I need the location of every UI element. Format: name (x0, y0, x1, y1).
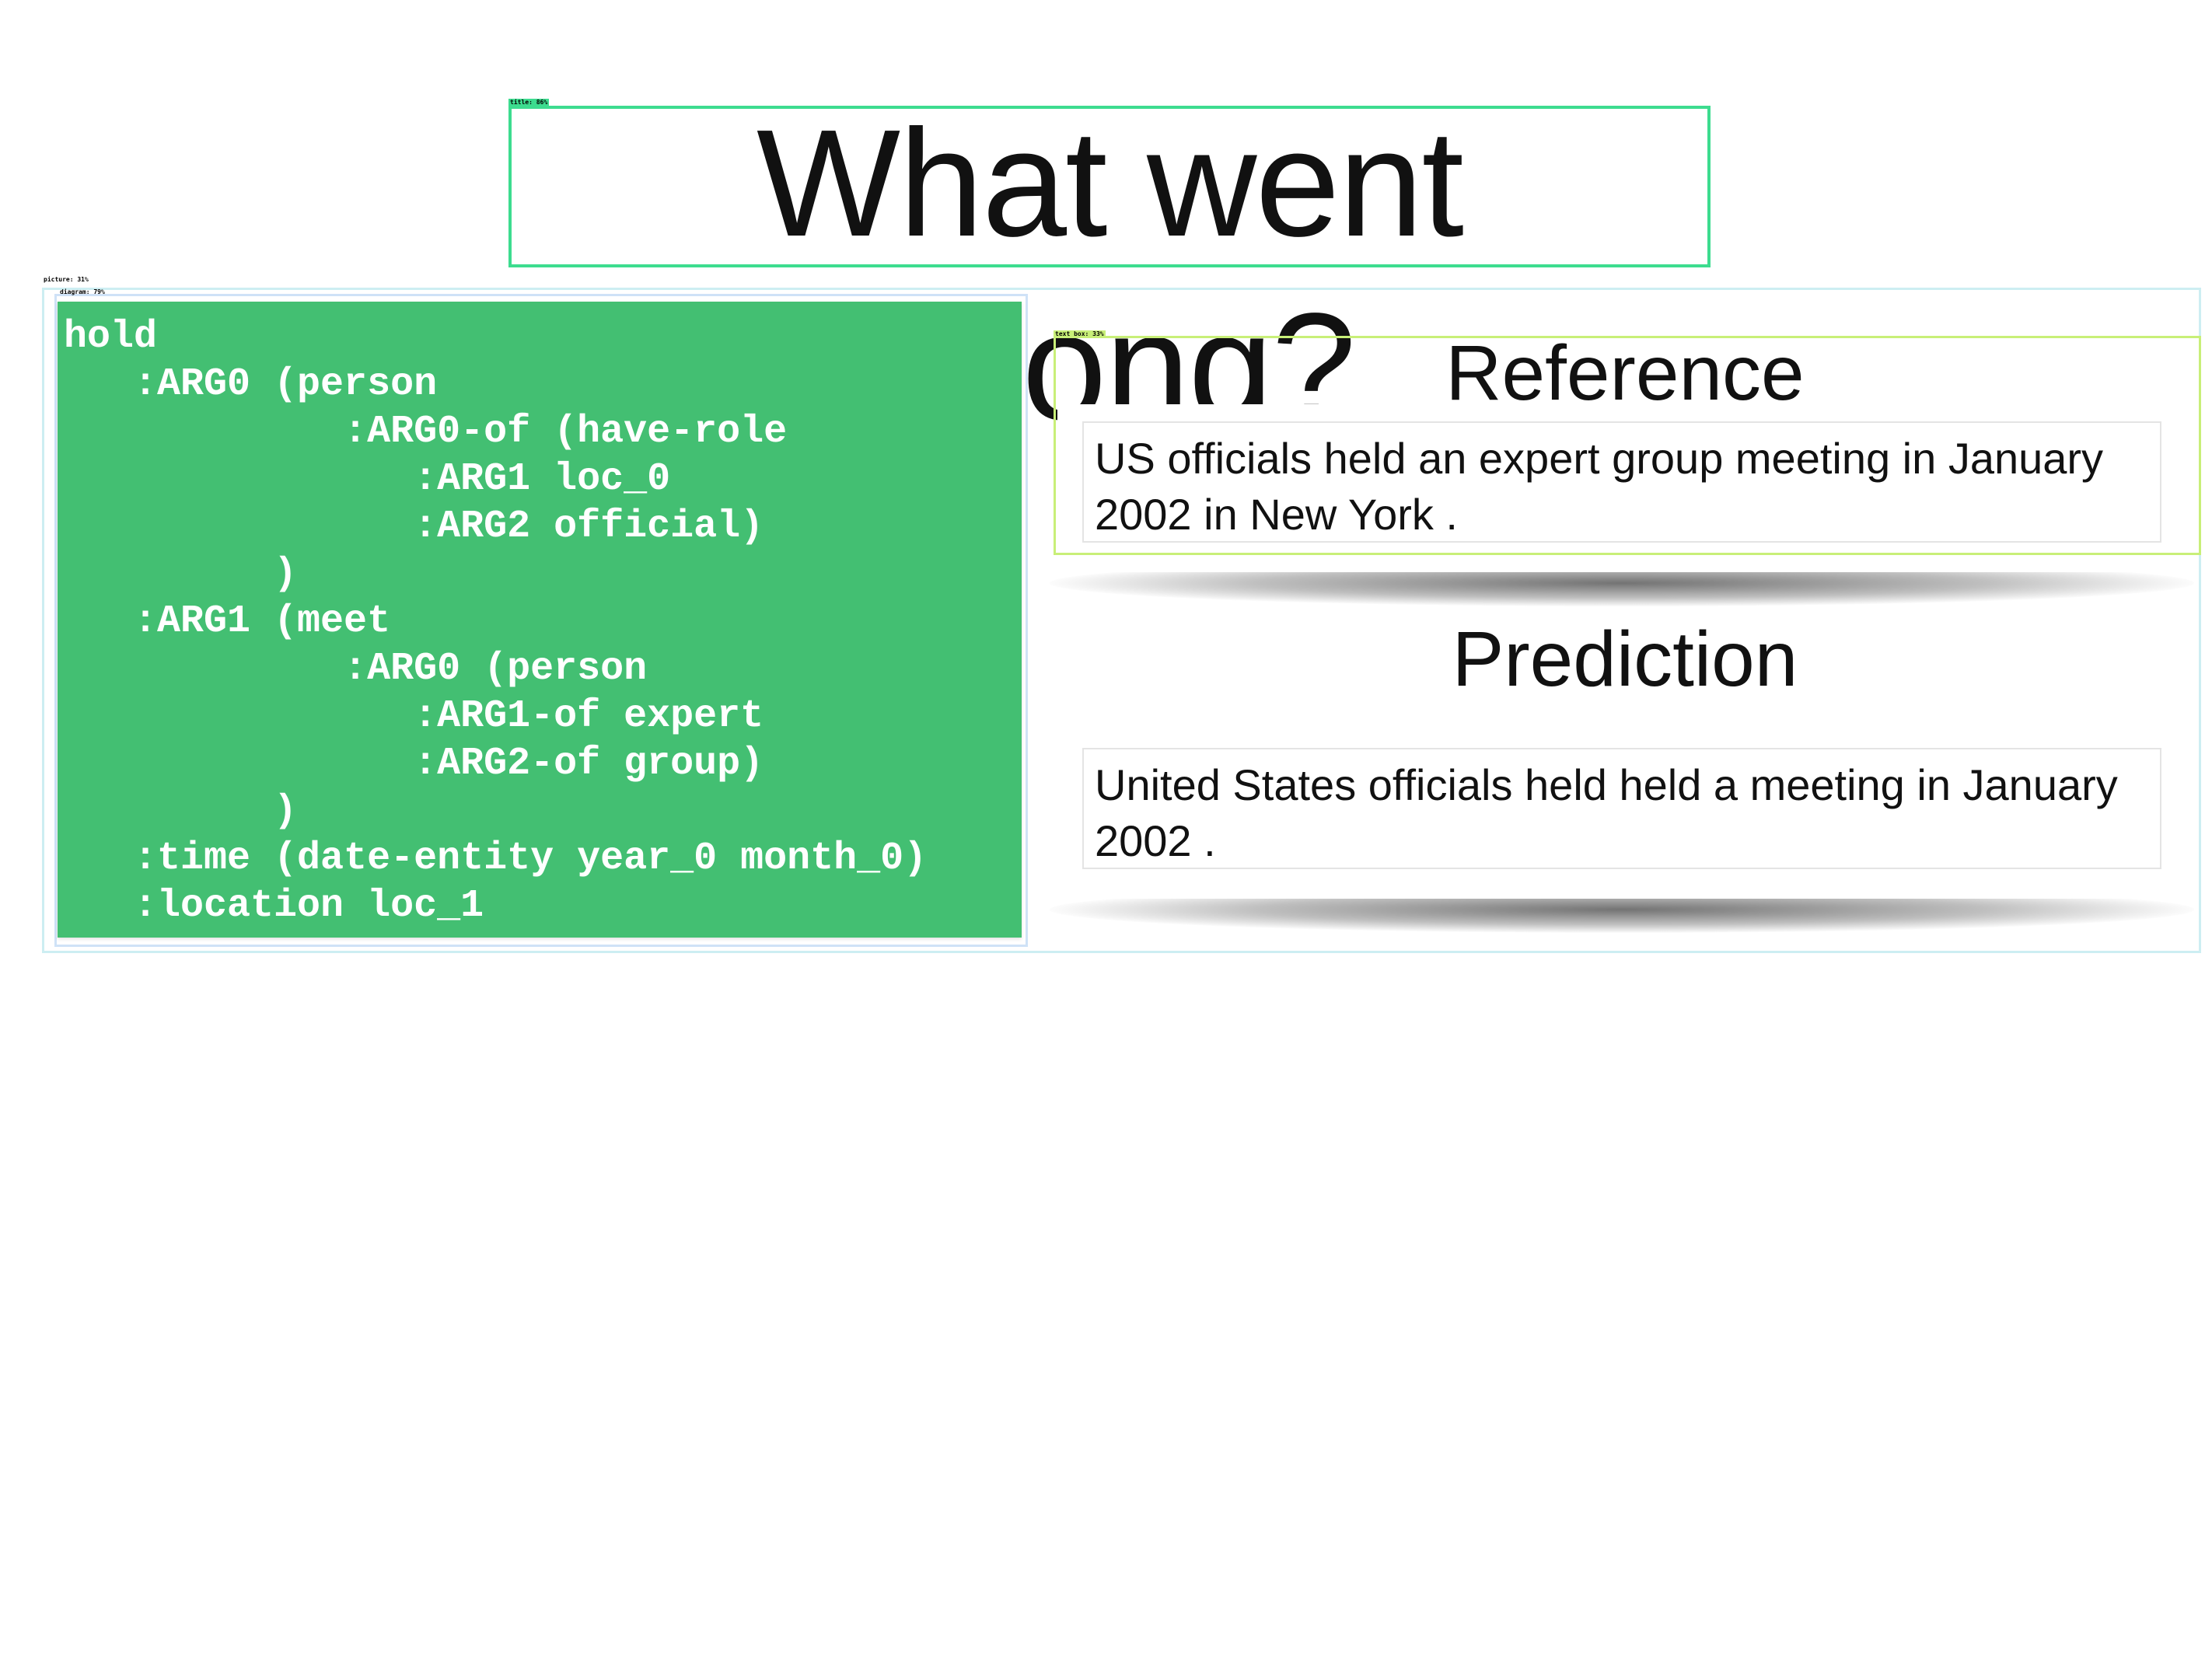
prediction-card: United States officials held held a meet… (1057, 725, 2186, 899)
amr-line: :ARG2 official) (64, 505, 764, 549)
picture-detection-label: picture: 31% (44, 276, 89, 283)
title-detection-label: title: 86% (508, 99, 550, 107)
amr-line: hold (64, 315, 158, 359)
amr-line: :ARG0-of (have-role (64, 410, 788, 454)
amr-line: ) (64, 552, 298, 596)
prediction-heading: Prediction (1452, 616, 1798, 703)
amr-line: :ARG0 (person (64, 647, 648, 691)
title-detection-box: title: 86% (508, 99, 1711, 267)
amr-line: :time (date-entity year_0 month_0) (64, 836, 928, 881)
amr-line: :ARG0 (person (64, 362, 438, 407)
amr-line: :ARG2-of group) (64, 742, 764, 786)
prediction-sentence: United States officials held held a meet… (1095, 760, 2118, 865)
amr-graph-panel: hold :ARG0 (person :ARG0-of (have-role :… (58, 302, 1022, 938)
amr-line: :ARG1 loc_0 (64, 457, 671, 501)
diagram-detection-label: diagram: 79% (60, 288, 105, 295)
amr-line: ) (64, 789, 298, 833)
amr-line: :location loc_1 (64, 884, 484, 928)
text-box-detection-label: text box: 33% (1054, 330, 1106, 338)
slide: picture: 31% diagram: 79% What went wron… (0, 0, 2212, 1659)
amr-line: :ARG1-of expert (64, 694, 764, 739)
amr-line: :ARG1 (meet (64, 599, 391, 644)
prediction-text-frame: United States officials held held a meet… (1082, 748, 2161, 869)
text-box-detection-box: text box: 33% (1054, 330, 2201, 555)
